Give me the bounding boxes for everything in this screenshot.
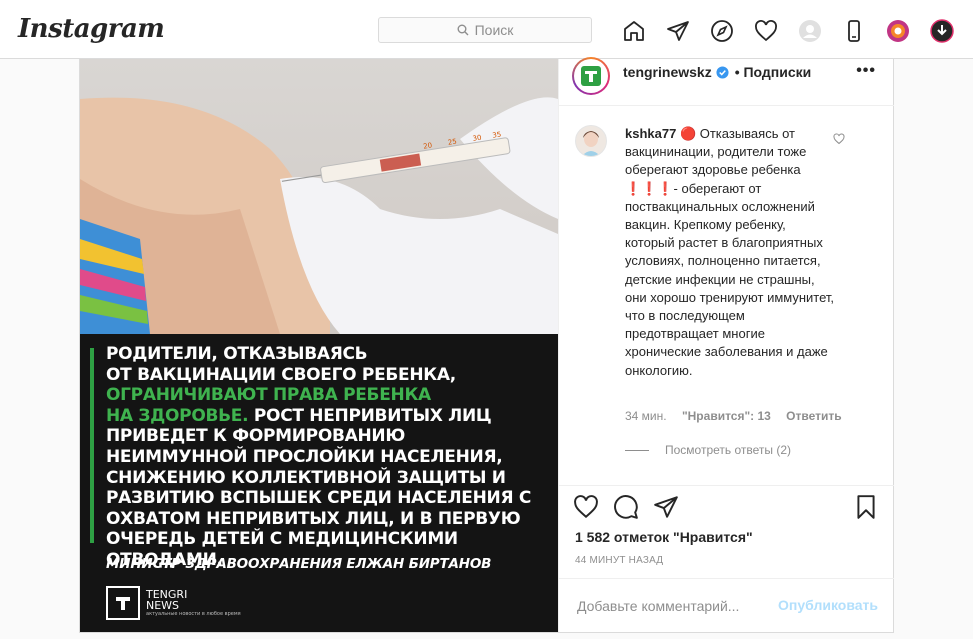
quote-line: Родители, отказываясь	[106, 344, 368, 364]
quote-line: от вакцинации своего ребенка,	[106, 364, 456, 385]
save-bookmark-icon[interactable]	[853, 494, 879, 520]
quote-line-rest: Рост непривитых лиц	[248, 405, 492, 426]
add-comment-input[interactable]	[575, 597, 779, 615]
comment-text: 🔴 Отказываясь от вакцининации, родители …	[625, 126, 835, 378]
direct-icon[interactable]	[664, 17, 692, 45]
post-side-panel: tengrinewskz • Подписки ••• kshka77 🔴 От…	[558, 57, 894, 633]
replies-divider	[625, 449, 649, 451]
instagram-logo[interactable]: Instagram	[18, 14, 165, 44]
post-image[interactable]: 20 25 30 35 Родители, отказываясь от вакцин…	[80, 59, 558, 632]
comment-like-icon[interactable]	[833, 133, 845, 145]
home-icon[interactable]	[620, 17, 648, 45]
search-box[interactable]: Поиск	[378, 17, 592, 43]
quote-attribution: Министр здравоохранения Елжан Биртанов	[106, 556, 492, 572]
reply-button[interactable]: Ответить	[786, 409, 841, 423]
quote-rest: приведет к формированию неиммунной просл…	[106, 426, 532, 570]
like-heart-icon[interactable]	[573, 494, 599, 520]
post-timestamp: 44 МИНУТ НАЗАД	[575, 555, 664, 566]
quote-text: Родители, отказываясь от вакцинации свое…	[106, 344, 546, 571]
svg-text:30: 30	[472, 134, 482, 143]
post-author-row: tengrinewskz • Подписки	[623, 64, 811, 80]
verified-badge-icon	[716, 65, 729, 79]
svg-text:20: 20	[423, 141, 433, 150]
profile-avatar-icon[interactable]	[796, 17, 824, 45]
likes-count[interactable]: 1 582 отметок "Нравится"	[575, 529, 753, 545]
tengri-avatar-icon	[581, 66, 601, 86]
comment-icon[interactable]	[613, 494, 639, 520]
download-icon[interactable]	[928, 17, 956, 45]
quote-line: на здоровье. Рост непривитых лиц	[106, 406, 546, 427]
author-avatar[interactable]	[572, 57, 610, 95]
explore-icon[interactable]	[708, 17, 736, 45]
comment-meta: 34 мин. "Нравится": 13 Ответить	[625, 409, 854, 423]
post-header: tengrinewskz • Подписки •••	[559, 57, 894, 106]
comment-username[interactable]: kshka77	[625, 126, 676, 141]
more-options-icon[interactable]: •••	[856, 62, 876, 80]
publish-button[interactable]: Опубликовать	[778, 597, 878, 613]
quote-highlight: на здоровье.	[106, 405, 249, 426]
activity-heart-icon[interactable]	[752, 17, 780, 45]
quote-banner: Родители, отказываясь от вакцинации свое…	[80, 334, 558, 632]
view-replies-button[interactable]: Посмотреть ответы (2)	[625, 443, 791, 457]
tengri-news-logo: TENGRI NEWS актуальные новости в любое в…	[106, 586, 241, 620]
extension-icon[interactable]	[884, 17, 912, 45]
svg-text:25: 25	[447, 138, 457, 147]
search-placeholder: Поиск	[474, 22, 514, 38]
quote-highlight: ограничивают права ребенка	[106, 385, 431, 406]
comment-likes[interactable]: "Нравится": 13	[682, 409, 771, 423]
brand-tagline: актуальные новости в любое время	[146, 611, 241, 617]
following-button[interactable]: • Подписки	[735, 64, 812, 80]
post-card: 20 25 30 35 Родители, отказываясь от вакцин…	[79, 57, 894, 633]
comment-body: kshka77 🔴 Отказываясь от вакцининации, р…	[625, 125, 835, 380]
commenter-avatar[interactable]	[575, 125, 607, 157]
view-replies-label: Посмотреть ответы (2)	[665, 443, 792, 457]
add-comment-bar: Опубликовать	[559, 578, 894, 633]
vaccination-photo: 20 25 30 35	[80, 59, 558, 334]
post-actions	[559, 485, 894, 526]
quote-accent-bar	[90, 348, 94, 543]
svg-text:35: 35	[492, 130, 502, 139]
search-icon	[457, 24, 469, 36]
tengri-logo-icon	[106, 586, 140, 620]
top-navigation-bar: Instagram Поиск	[0, 0, 973, 59]
share-icon[interactable]	[653, 494, 679, 520]
brand-name: NEWS	[146, 599, 180, 612]
comment-age: 34 мин.	[625, 409, 667, 423]
mobile-icon[interactable]	[840, 17, 868, 45]
post-author-name[interactable]: tengrinewskz	[623, 64, 712, 80]
